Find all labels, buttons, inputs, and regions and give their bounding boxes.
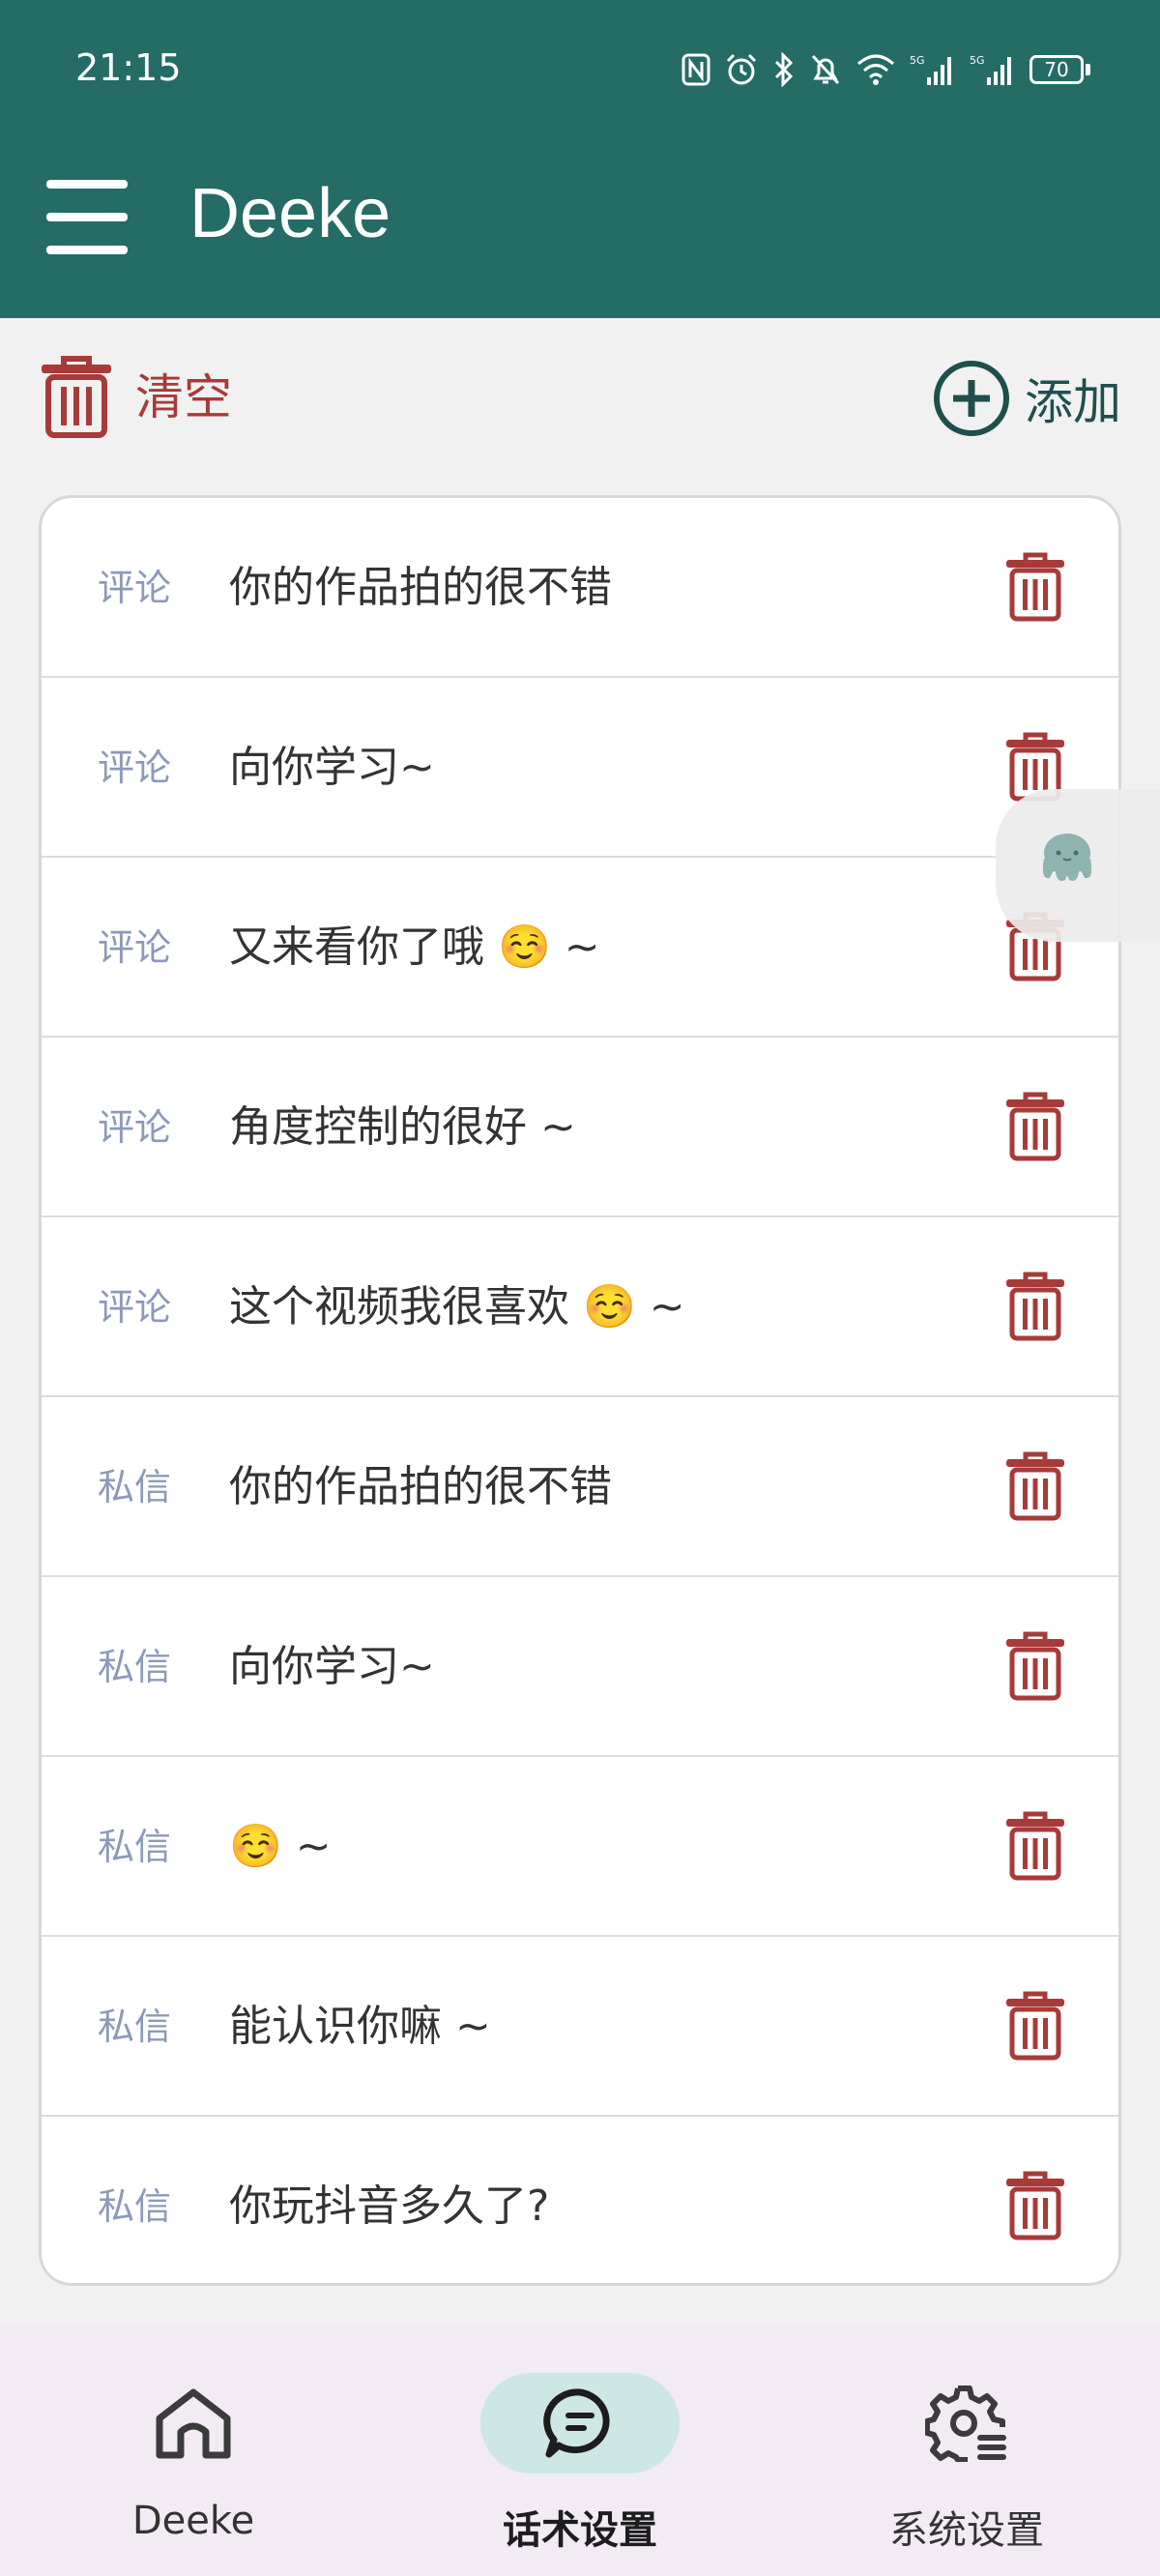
wifi-icon — [857, 54, 894, 85]
phrase-row[interactable]: 私信 你玩抖音多久了? — [42, 2117, 1118, 2283]
cellular-signal-icon: 5G — [910, 54, 951, 85]
phrase-row[interactable]: 评论 又来看你了哦 ☺️ ~ — [42, 858, 1118, 1038]
nfc-icon — [682, 53, 710, 86]
phrase-text: 角度控制的很好 ~ — [229, 1102, 576, 1152]
nav-item-phrase-settings[interactable]: 话术设置 — [435, 2323, 725, 2576]
floating-assistant-button[interactable] — [996, 789, 1160, 942]
nav-icon-wrap — [867, 2373, 1066, 2474]
phrase-row[interactable]: 评论 向你学习~ — [42, 678, 1118, 858]
phrase-text: 你的作品拍的很不错 — [229, 1462, 612, 1511]
octopus-mascot-icon — [1042, 834, 1092, 881]
phrase-type-label: 私信 — [98, 1826, 172, 1868]
phrase-type-label: 私信 — [98, 1646, 172, 1688]
delete-trash-icon[interactable] — [1004, 1272, 1066, 1341]
nav-label-deeke: Deeke — [131, 2499, 255, 2543]
nav-active-indicator — [480, 2373, 680, 2474]
svg-text:5G: 5G — [970, 54, 985, 67]
phrase-row[interactable]: 私信 能认识你嘛 ~ — [42, 1937, 1118, 2117]
clear-all-button[interactable]: 清空 — [39, 355, 232, 440]
phrase-row[interactable]: 私信 向你学习~ — [42, 1577, 1118, 1757]
phrase-row[interactable]: 评论 你的作品拍的很不错 — [42, 498, 1118, 678]
nav-icon-wrap — [94, 2373, 293, 2474]
svg-text:5G: 5G — [910, 54, 925, 67]
phrase-text: 这个视频我很喜欢 ☺️ ~ — [229, 1282, 685, 1332]
nav-label-system-settings: 系统设置 — [889, 2508, 1044, 2553]
add-circle-icon — [934, 361, 1009, 436]
phrase-text: 向你学习~ — [229, 1642, 435, 1691]
phrase-text: 能认识你嘛 ~ — [229, 2002, 491, 2051]
app-bar: 21:15 5G 5G 70 Deeke — [0, 0, 1160, 318]
phrase-row[interactable]: 私信 ☺️ ~ — [42, 1757, 1118, 1937]
bluetooth-icon — [774, 52, 794, 87]
phrase-row[interactable]: 评论 角度控制的很好 ~ — [42, 1038, 1118, 1217]
nav-item-system-settings[interactable]: 系统设置 — [822, 2323, 1112, 2576]
mute-bell-icon — [811, 54, 840, 85]
status-icons: 5G 5G 70 — [682, 46, 1090, 93]
menu-icon[interactable] — [46, 180, 128, 255]
phrase-type-label: 评论 — [98, 746, 172, 789]
phrase-type-label: 评论 — [98, 1286, 172, 1329]
delete-trash-icon[interactable] — [1004, 1631, 1066, 1701]
phrase-type-label: 评论 — [98, 926, 172, 969]
phrase-text: 你的作品拍的很不错 — [229, 563, 612, 612]
delete-trash-icon[interactable] — [1004, 1451, 1066, 1521]
clear-all-label: 清空 — [135, 369, 232, 425]
add-label: 添加 — [1025, 374, 1121, 430]
phrase-row[interactable]: 评论 这个视频我很喜欢 ☺️ ~ — [42, 1217, 1118, 1397]
delete-trash-icon[interactable] — [1004, 1092, 1066, 1161]
battery-tip — [1086, 64, 1090, 75]
cellular-signal-icon: 5G — [970, 54, 1011, 85]
toolbar: 清空 添加 — [0, 318, 1160, 483]
phrase-type-label: 评论 — [98, 1106, 172, 1149]
status-time: 21:15 — [75, 46, 182, 89]
battery-level: 70 — [1030, 55, 1084, 84]
delete-trash-icon[interactable] — [1004, 2171, 1066, 2240]
bottom-navigation: Deeke 话术设置 系统设置 — [0, 2323, 1160, 2576]
delete-trash-icon[interactable] — [1004, 1991, 1066, 2061]
phrase-text: ☺️ ~ — [229, 1822, 332, 1871]
delete-trash-icon[interactable] — [1004, 552, 1066, 622]
nav-item-deeke[interactable]: Deeke — [48, 2323, 338, 2576]
phrase-text: 向你学习~ — [229, 743, 435, 792]
add-button[interactable]: 添加 — [932, 359, 1121, 438]
phrase-text: 又来看你了哦 ☺️ ~ — [229, 922, 600, 972]
nav-label-phrase-settings: 话术设置 — [503, 2508, 657, 2553]
battery-indicator: 70 — [1030, 55, 1090, 84]
phrase-text: 你玩抖音多久了? — [229, 2181, 550, 2231]
phrase-list: 评论 你的作品拍的很不错 评论 向你学习~ 评论 又来看你了哦 ☺️ ~ 评论 … — [39, 495, 1121, 2286]
phrase-type-label: 私信 — [98, 1466, 172, 1508]
home-icon — [156, 2388, 231, 2459]
phrase-type-label: 评论 — [98, 567, 172, 609]
phrase-type-label: 私信 — [98, 2005, 172, 2048]
phrase-type-label: 私信 — [98, 2185, 172, 2228]
chat-bubble-icon — [543, 2388, 610, 2458]
trash-icon — [42, 356, 111, 438]
delete-trash-icon[interactable] — [1004, 1811, 1066, 1881]
phrase-row[interactable]: 私信 你的作品拍的很不错 — [42, 1397, 1118, 1577]
alarm-icon — [726, 53, 757, 85]
settings-gear-icon — [925, 2386, 1006, 2462]
app-title: Deeke — [189, 175, 392, 252]
